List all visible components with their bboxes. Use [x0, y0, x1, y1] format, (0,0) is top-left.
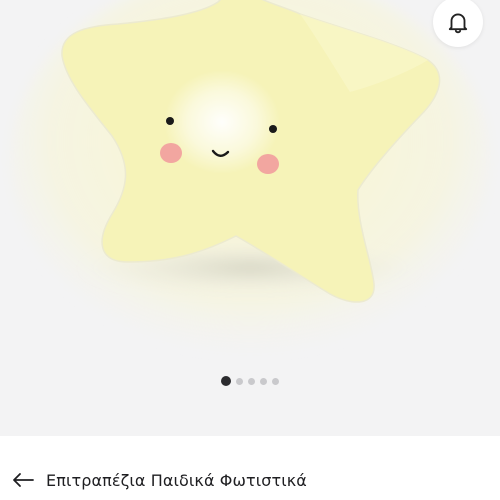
star-left-cheek [160, 143, 182, 163]
carousel-indicator[interactable] [0, 376, 500, 386]
product-gallery[interactable] [0, 0, 500, 436]
carousel-dot[interactable] [236, 377, 243, 385]
product-image[interactable] [0, 0, 500, 360]
carousel-dot[interactable] [260, 377, 267, 385]
star-left-eye [166, 117, 174, 125]
breadcrumb-category-link[interactable]: Επιτραπέζια Παιδικά Φωτιστικά [46, 471, 307, 490]
product-page: Επιτραπέζια Παιδικά Φωτιστικά [0, 0, 500, 500]
star-right-eye [269, 125, 277, 133]
arrow-left-icon[interactable] [12, 472, 34, 488]
carousel-dot[interactable] [221, 376, 231, 386]
bell-icon [448, 13, 468, 34]
carousel-dot[interactable] [248, 377, 255, 385]
carousel-dot[interactable] [272, 377, 279, 385]
star-right-cheek [257, 154, 279, 174]
category-breadcrumb[interactable]: Επιτραπέζια Παιδικά Φωτιστικά [12, 468, 307, 492]
